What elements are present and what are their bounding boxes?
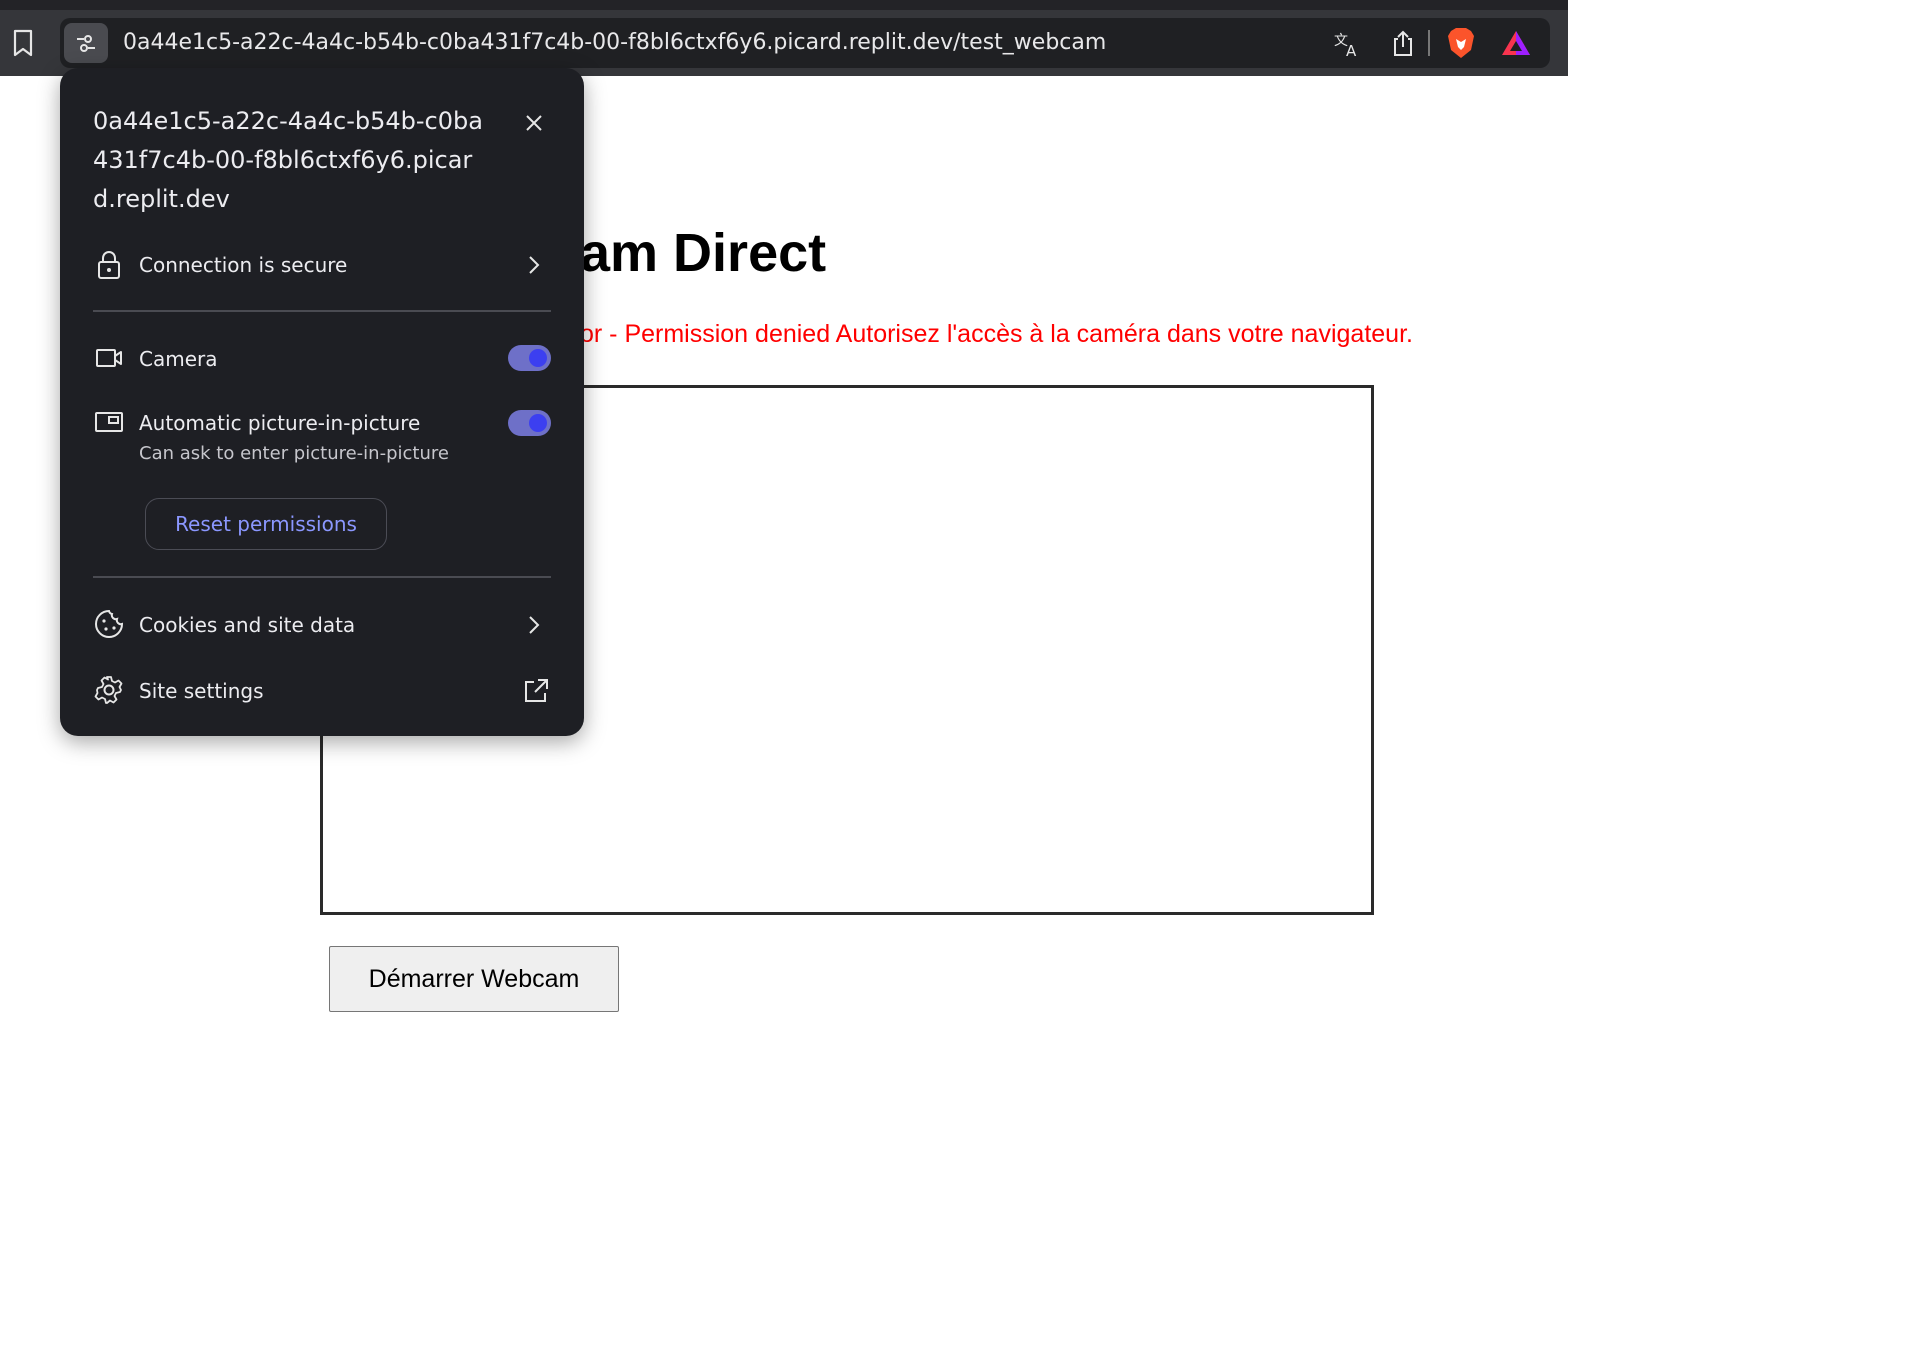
site-info-icon: [74, 31, 98, 55]
camera-label: Camera: [139, 347, 218, 371]
toolbar-separator: [1428, 30, 1430, 56]
site-settings-row[interactable]: Site settings: [60, 672, 584, 712]
pip-toggle[interactable]: [508, 410, 551, 436]
url-text[interactable]: 0a44e1c5-a22c-4a4c-b54b-c0ba431f7c4b-00-…: [123, 18, 1106, 68]
error-message: or - Permission denied Autorisez l'accès…: [580, 320, 1413, 348]
address-bar[interactable]: 0a44e1c5-a22c-4a4c-b54b-c0ba431f7c4b-00-…: [60, 18, 1550, 68]
chevron-right-icon: [522, 253, 546, 277]
translate-icon[interactable]: 文 A: [1332, 29, 1362, 59]
close-icon[interactable]: [519, 108, 549, 138]
lock-icon: [93, 249, 125, 281]
site-info-button[interactable]: [64, 23, 108, 63]
site-settings-label: Site settings: [139, 679, 264, 703]
connection-security-row[interactable]: Connection is secure: [60, 246, 584, 286]
connection-label: Connection is secure: [139, 253, 348, 277]
share-icon[interactable]: [1390, 28, 1416, 58]
toggle-knob: [529, 349, 547, 367]
cookies-row[interactable]: Cookies and site data: [60, 606, 584, 646]
camera-icon: [93, 342, 125, 374]
browser-toolbar: 0a44e1c5-a22c-4a4c-b54b-c0ba431f7c4b-00-…: [0, 10, 1568, 76]
window-top-strip: [0, 0, 1568, 10]
gear-icon: [93, 674, 125, 706]
start-webcam-button[interactable]: Démarrer Webcam: [329, 946, 619, 1012]
brave-rewards-icon[interactable]: [1500, 28, 1532, 58]
picture-in-picture-icon: [93, 406, 125, 438]
chevron-right-icon: [522, 613, 546, 637]
brave-shields-icon[interactable]: [1446, 27, 1476, 59]
cookie-icon: [93, 608, 125, 640]
cookies-label: Cookies and site data: [139, 613, 356, 637]
popup-site-name: 0a44e1c5-a22c-4a4c-b54b-c0ba431f7c4b-00-…: [93, 107, 483, 213]
svg-text:A: A: [1346, 42, 1357, 58]
pip-sublabel: Can ask to enter picture-in-picture: [139, 443, 449, 464]
page-title: am Direct: [580, 223, 827, 283]
reset-permissions-button[interactable]: Reset permissions: [145, 498, 387, 550]
divider: [93, 310, 551, 312]
camera-permission-row[interactable]: Camera: [60, 340, 584, 380]
pip-permission-row[interactable]: Automatic picture-in-picture Can ask to …: [60, 406, 584, 470]
divider: [93, 576, 551, 578]
external-link-icon: [522, 677, 550, 705]
bookmark-icon[interactable]: [10, 27, 36, 59]
camera-toggle[interactable]: [508, 345, 551, 371]
toggle-knob: [529, 414, 547, 432]
pip-label: Automatic picture-in-picture: [139, 411, 421, 435]
site-info-popup: 0a44e1c5-a22c-4a4c-b54b-c0ba431f7c4b-00-…: [60, 68, 584, 736]
